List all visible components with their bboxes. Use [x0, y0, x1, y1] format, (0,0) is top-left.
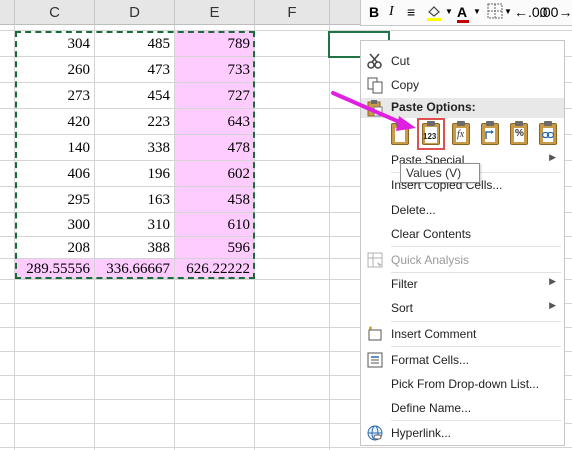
pointer-arrow-icon: [331, 91, 416, 131]
